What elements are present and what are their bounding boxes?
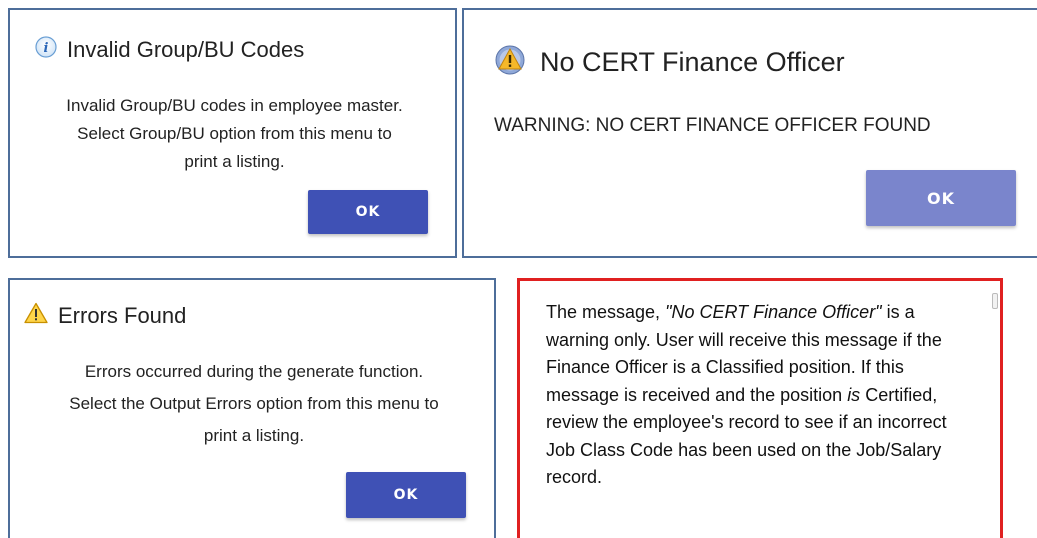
message-line: Select the Output Errors option from thi…	[69, 394, 439, 413]
svg-text:i: i	[44, 41, 49, 56]
dialog-title: No CERT Finance Officer	[540, 47, 845, 77]
message-line: print a listing.	[203, 426, 305, 445]
scrollbar-handle[interactable]	[992, 293, 998, 309]
message-line: Select Group/BU option from this menu to	[77, 124, 392, 143]
ok-button[interactable]: OK	[308, 190, 428, 234]
no-cert-finance-officer-dialog: No CERT Finance Officer WARNING: NO CERT…	[462, 8, 1037, 258]
warning-circle-icon	[494, 44, 526, 81]
message-line: print a listing.	[184, 152, 285, 171]
dialog-message: WARNING: NO CERT FINANCE OFFICER FOUND	[464, 112, 1037, 140]
note-text-italic: is	[847, 384, 861, 405]
dialog-title-row: No CERT Finance Officer	[494, 44, 845, 81]
ok-button[interactable]: OK	[866, 170, 1016, 226]
info-icon: i	[35, 36, 57, 63]
dialog-title: Errors Found	[58, 302, 187, 328]
dialog-title-row: Errors Found	[24, 302, 186, 329]
warning-triangle-icon	[24, 302, 48, 329]
errors-found-dialog: Errors Found Errors occurred during the …	[8, 278, 496, 538]
dialog-message: Errors occurred during the generate func…	[10, 356, 498, 452]
dialog-message: Invalid Group/BU codes in employee maste…	[10, 92, 459, 176]
dialog-title-row: i Invalid Group/BU Codes	[35, 36, 304, 63]
dialog-title: Invalid Group/BU Codes	[67, 36, 305, 62]
message-line: Errors occurred during the generate func…	[84, 362, 424, 381]
message-line: Invalid Group/BU codes in employee maste…	[66, 96, 403, 115]
note-text: The message,	[546, 302, 666, 322]
note-text-italic: "No CERT Finance Officer"	[665, 302, 882, 322]
message-line: WARNING: NO CERT FINANCE OFFICER FOUND	[494, 115, 931, 136]
invalid-group-bu-dialog: i Invalid Group/BU Codes Invalid Group/B…	[8, 8, 457, 258]
annotation-note: The message, "No CERT Finance Officer" i…	[517, 278, 1003, 538]
ok-button[interactable]: OK	[346, 472, 466, 518]
